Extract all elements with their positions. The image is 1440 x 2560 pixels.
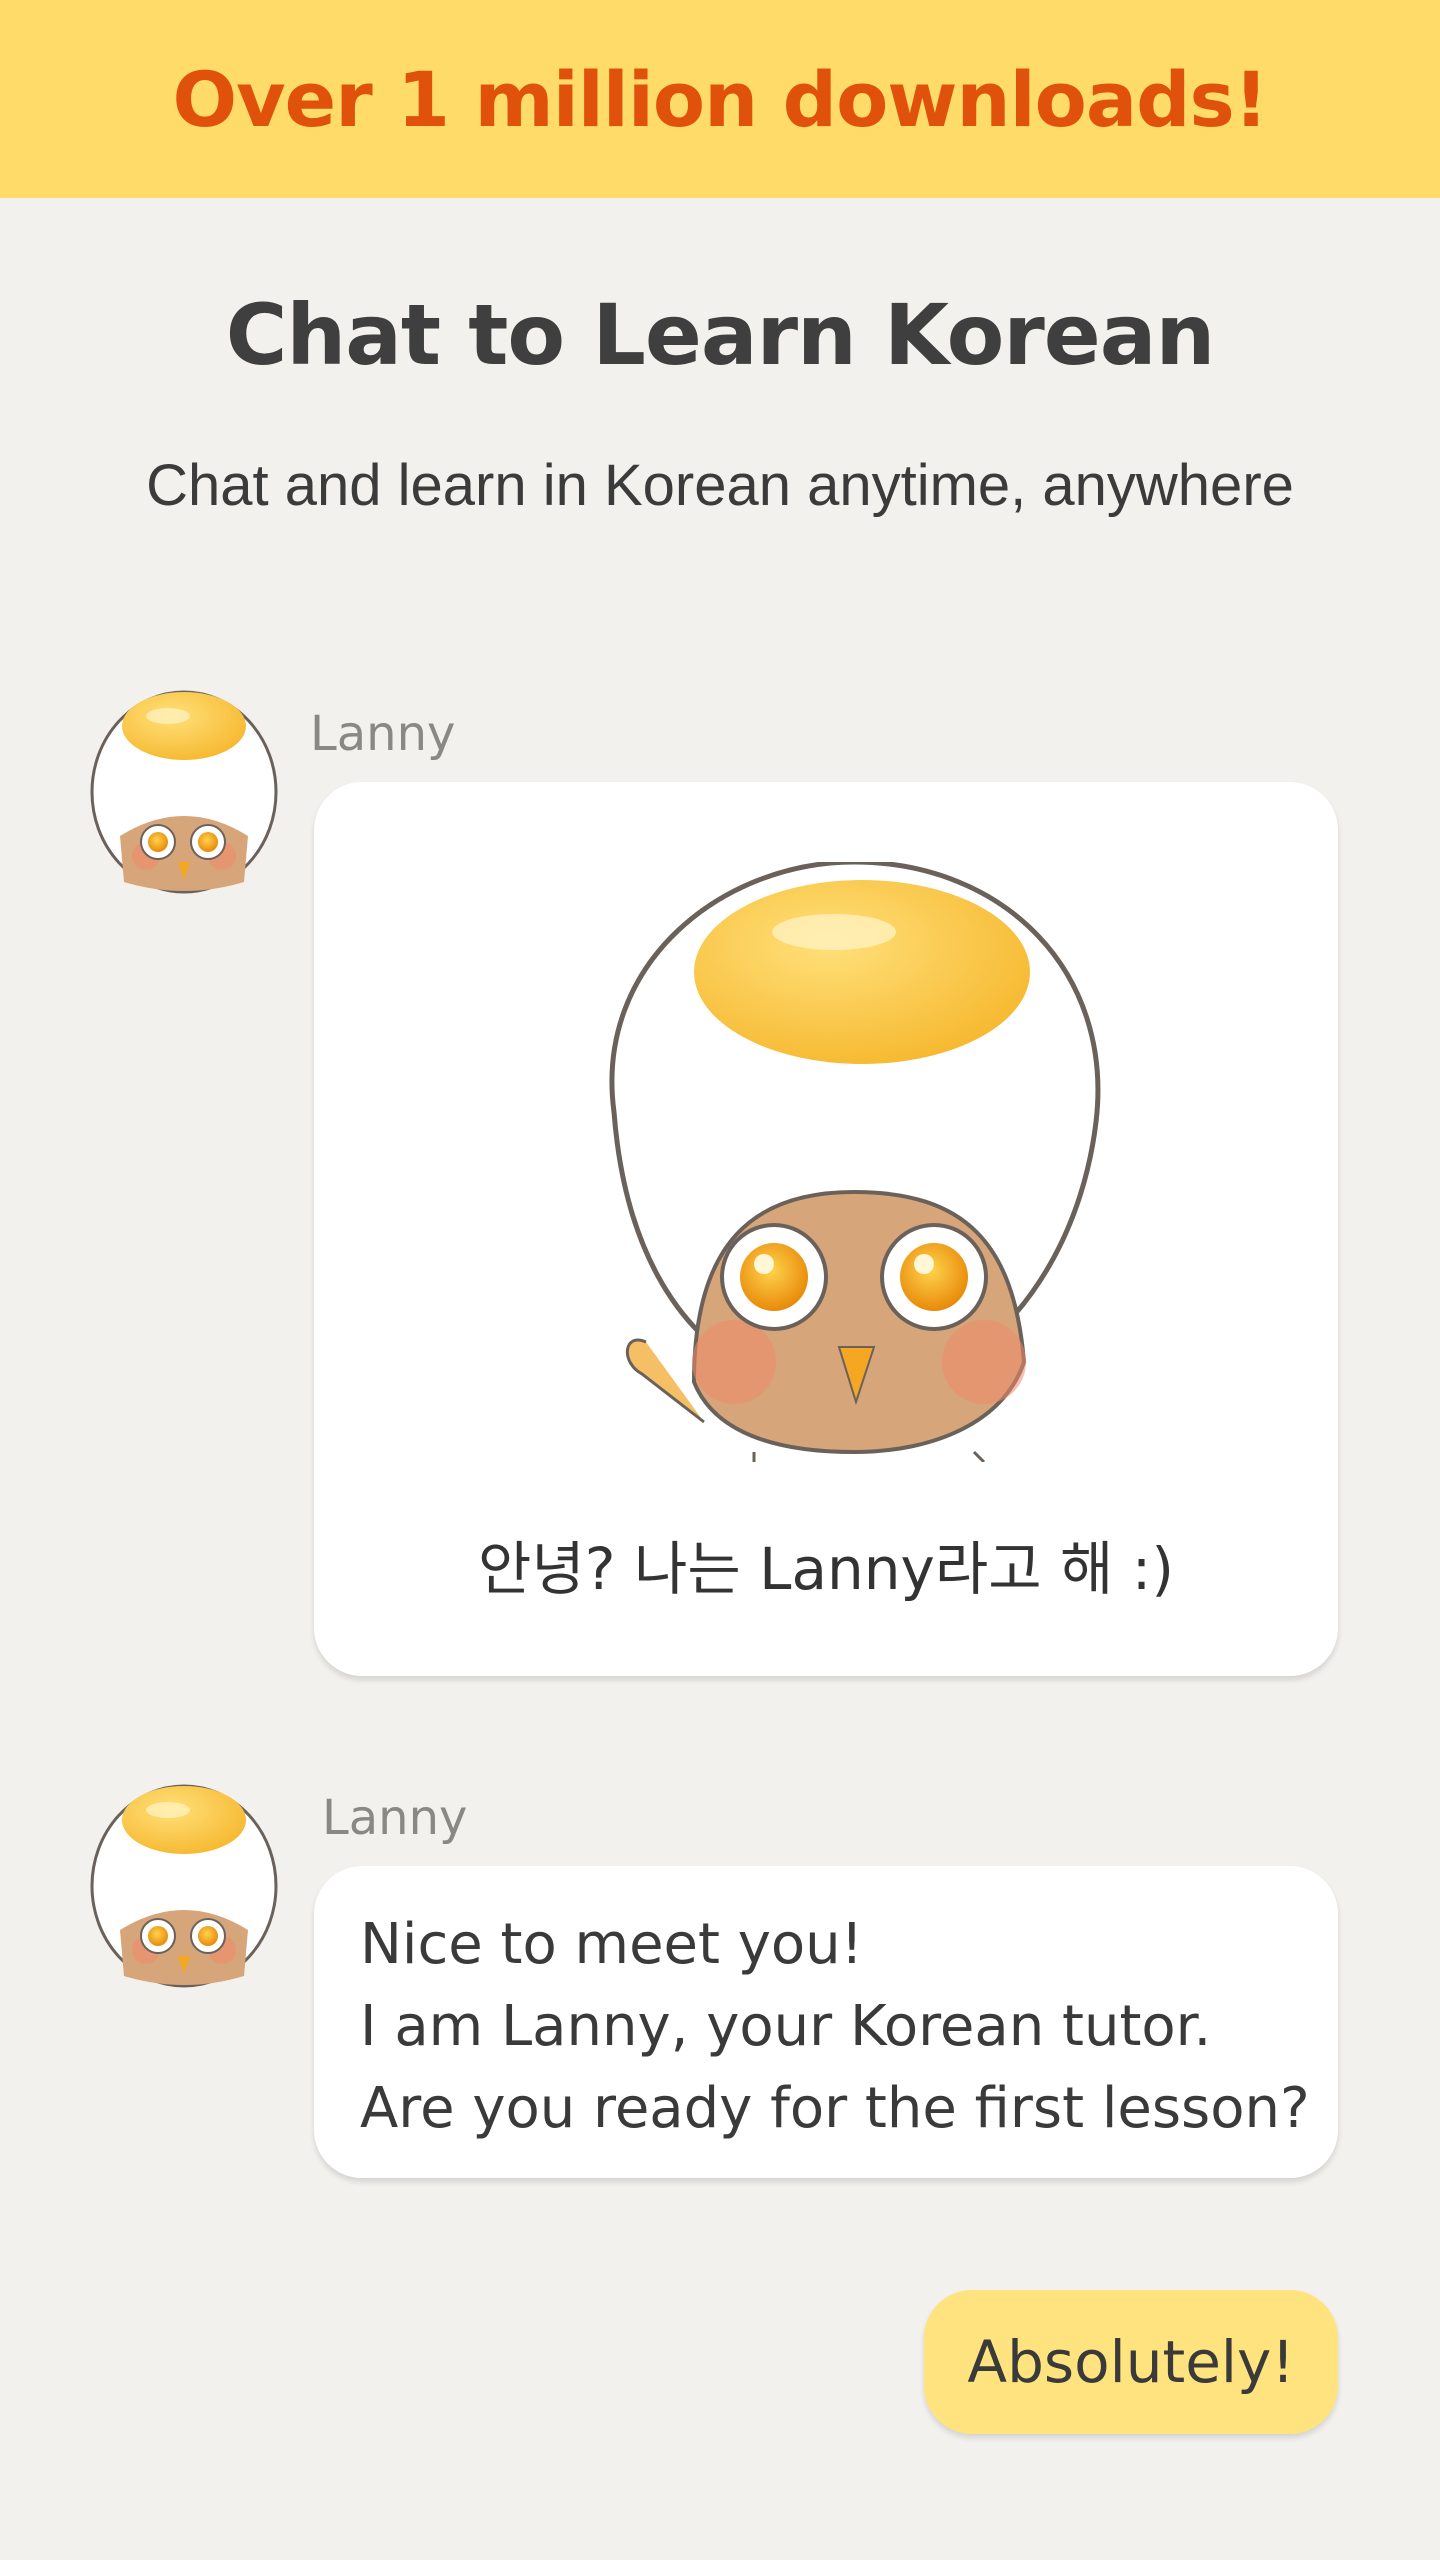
- egg-owl-avatar-icon: [86, 1780, 282, 1990]
- message-line: Nice to meet you!: [360, 1912, 864, 1977]
- page-title: Chat to Learn Korean: [225, 286, 1216, 384]
- downloads-banner: Over 1 million downloads!: [0, 0, 1440, 198]
- sticker-message-bubble: 안녕? 나는 Lanny라고 해 :): [314, 782, 1338, 1676]
- banner-text: Over 1 million downloads!: [172, 54, 1269, 144]
- page-subtitle: Chat and learn in Korean anytime, anywhe…: [146, 453, 1294, 518]
- reply-text: Absolutely!: [967, 2328, 1295, 2396]
- sender-name: Lanny: [310, 706, 456, 762]
- message-text: Nice to meet you! I am Lanny, your Korea…: [360, 1904, 1310, 2150]
- reply-bubble[interactable]: Absolutely!: [924, 2290, 1338, 2434]
- text-message-bubble: Nice to meet you! I am Lanny, your Korea…: [314, 1866, 1338, 2178]
- waving-egg-owl-sticker-icon: [584, 859, 1124, 1464]
- sender-name: Lanny: [322, 1790, 468, 1846]
- message-line: Are you ready for the first lesson?: [360, 2076, 1310, 2141]
- message-line: I am Lanny, your Korean tutor.: [360, 1994, 1212, 2059]
- egg-owl-avatar-icon: [86, 686, 282, 896]
- sticker-caption: 안녕? 나는 Lanny라고 해 :): [478, 1535, 1174, 1603]
